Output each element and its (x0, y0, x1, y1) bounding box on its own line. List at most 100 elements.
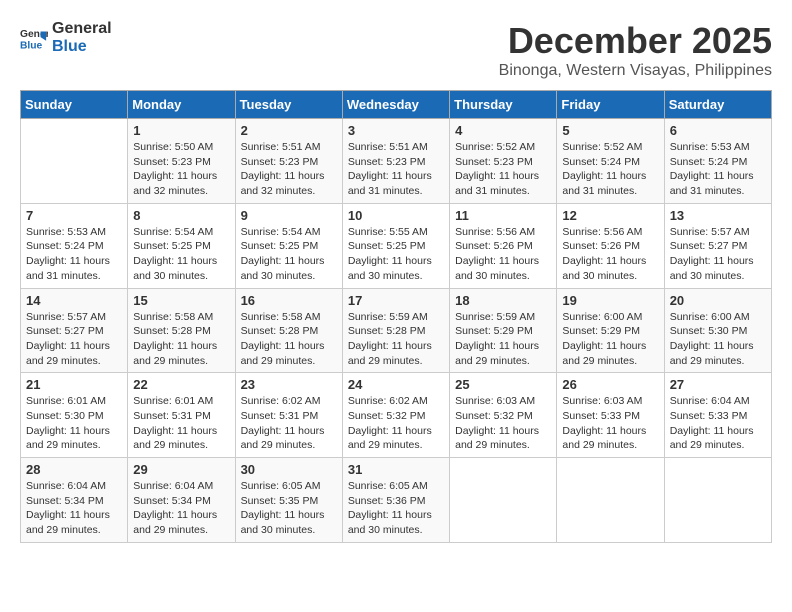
cell-content: Sunrise: 6:00 AMSunset: 5:29 PMDaylight:… (562, 310, 658, 369)
calendar-cell: 11 Sunrise: 5:56 AMSunset: 5:26 PMDayligh… (450, 203, 557, 288)
day-number: 4 (455, 123, 551, 138)
location-subtitle: Binonga, Western Visayas, Philippines (499, 62, 772, 80)
calendar-cell: 18 Sunrise: 5:59 AMSunset: 5:29 PMDayligh… (450, 288, 557, 373)
day-number: 20 (670, 293, 766, 308)
calendar-cell (21, 119, 128, 204)
day-number: 26 (562, 377, 658, 392)
calendar-cell (664, 458, 771, 543)
day-number: 8 (133, 208, 229, 223)
cell-content: Sunrise: 5:58 AMSunset: 5:28 PMDaylight:… (133, 310, 229, 369)
cell-content: Sunrise: 5:51 AMSunset: 5:23 PMDaylight:… (241, 140, 337, 199)
page-header: General Blue General Blue December 2025 … (20, 20, 772, 80)
cell-content: Sunrise: 5:56 AMSunset: 5:26 PMDaylight:… (455, 225, 551, 284)
week-row-1: 1 Sunrise: 5:50 AMSunset: 5:23 PMDaylight… (21, 119, 772, 204)
cell-content: Sunrise: 6:05 AMSunset: 5:35 PMDaylight:… (241, 479, 337, 538)
calendar-cell (557, 458, 664, 543)
weekday-header-row: SundayMondayTuesdayWednesdayThursdayFrid… (21, 91, 772, 119)
day-number: 28 (26, 462, 122, 477)
day-number: 19 (562, 293, 658, 308)
cell-content: Sunrise: 6:05 AMSunset: 5:36 PMDaylight:… (348, 479, 444, 538)
day-number: 31 (348, 462, 444, 477)
title-area: December 2025 Binonga, Western Visayas, … (499, 20, 772, 80)
calendar-cell: 17 Sunrise: 5:59 AMSunset: 5:28 PMDayligh… (342, 288, 449, 373)
cell-content: Sunrise: 5:54 AMSunset: 5:25 PMDaylight:… (241, 225, 337, 284)
cell-content: Sunrise: 5:57 AMSunset: 5:27 PMDaylight:… (670, 225, 766, 284)
cell-content: Sunrise: 5:58 AMSunset: 5:28 PMDaylight:… (241, 310, 337, 369)
cell-content: Sunrise: 5:56 AMSunset: 5:26 PMDaylight:… (562, 225, 658, 284)
cell-content: Sunrise: 6:02 AMSunset: 5:31 PMDaylight:… (241, 394, 337, 453)
calendar-cell: 2Sunrise: 5:51 AMSunset: 5:23 PMDaylight… (235, 119, 342, 204)
cell-content: Sunrise: 5:52 AMSunset: 5:24 PMDaylight:… (562, 140, 658, 199)
calendar-cell: 3 Sunrise: 5:51 AMSunset: 5:23 PMDaylight… (342, 119, 449, 204)
cell-content: Sunrise: 6:01 AMSunset: 5:31 PMDaylight:… (133, 394, 229, 453)
weekday-header-friday: Friday (557, 91, 664, 119)
calendar-cell: 27 Sunrise: 6:04 AMSunset: 5:33 PMDayligh… (664, 373, 771, 458)
svg-text:Blue: Blue (20, 40, 43, 51)
day-number: 7 (26, 208, 122, 223)
month-title: December 2025 (499, 20, 772, 62)
logo-text-line1: General (52, 20, 112, 38)
cell-content: Sunrise: 5:53 AMSunset: 5:24 PMDaylight:… (26, 225, 122, 284)
day-number: 6 (670, 123, 766, 138)
cell-content: Sunrise: 5:57 AMSunset: 5:27 PMDaylight:… (26, 310, 122, 369)
weekday-header-monday: Monday (128, 91, 235, 119)
week-row-4: 21 Sunrise: 6:01 AMSunset: 5:30 PMDayligh… (21, 373, 772, 458)
cell-content: Sunrise: 5:59 AMSunset: 5:29 PMDaylight:… (455, 310, 551, 369)
calendar-cell: 25Sunrise: 6:03 AMSunset: 5:32 PMDayligh… (450, 373, 557, 458)
day-number: 5 (562, 123, 658, 138)
day-number: 15 (133, 293, 229, 308)
calendar-cell: 12 Sunrise: 5:56 AMSunset: 5:26 PMDayligh… (557, 203, 664, 288)
weekday-header-saturday: Saturday (664, 91, 771, 119)
cell-content: Sunrise: 5:59 AMSunset: 5:28 PMDaylight:… (348, 310, 444, 369)
cell-content: Sunrise: 6:02 AMSunset: 5:32 PMDaylight:… (348, 394, 444, 453)
weekday-header-wednesday: Wednesday (342, 91, 449, 119)
calendar-cell: 13Sunrise: 5:57 AMSunset: 5:27 PMDayligh… (664, 203, 771, 288)
cell-content: Sunrise: 5:51 AMSunset: 5:23 PMDaylight:… (348, 140, 444, 199)
calendar-cell: 23 Sunrise: 6:02 AMSunset: 5:31 PMDayligh… (235, 373, 342, 458)
day-number: 21 (26, 377, 122, 392)
calendar-cell: 16 Sunrise: 5:58 AMSunset: 5:28 PMDayligh… (235, 288, 342, 373)
day-number: 30 (241, 462, 337, 477)
calendar-cell: 14 Sunrise: 5:57 AMSunset: 5:27 PMDayligh… (21, 288, 128, 373)
day-number: 9 (241, 208, 337, 223)
calendar-cell: 28 Sunrise: 6:04 AMSunset: 5:34 PMDayligh… (21, 458, 128, 543)
logo: General Blue General Blue (20, 20, 112, 55)
cell-content: Sunrise: 5:52 AMSunset: 5:23 PMDaylight:… (455, 140, 551, 199)
day-number: 17 (348, 293, 444, 308)
logo-icon: General Blue (20, 24, 48, 52)
calendar-cell: 22 Sunrise: 6:01 AMSunset: 5:31 PMDayligh… (128, 373, 235, 458)
cell-content: Sunrise: 6:04 AMSunset: 5:34 PMDaylight:… (133, 479, 229, 538)
cell-content: Sunrise: 5:50 AMSunset: 5:23 PMDaylight:… (133, 140, 229, 199)
calendar-cell: 15 Sunrise: 5:58 AMSunset: 5:28 PMDayligh… (128, 288, 235, 373)
day-number: 3 (348, 123, 444, 138)
cell-content: Sunrise: 6:04 AMSunset: 5:34 PMDaylight:… (26, 479, 122, 538)
calendar-table: SundayMondayTuesdayWednesdayThursdayFrid… (20, 90, 772, 543)
calendar-cell: 9 Sunrise: 5:54 AMSunset: 5:25 PMDaylight… (235, 203, 342, 288)
weekday-header-tuesday: Tuesday (235, 91, 342, 119)
day-number: 11 (455, 208, 551, 223)
day-number: 16 (241, 293, 337, 308)
weekday-header-sunday: Sunday (21, 91, 128, 119)
calendar-cell: 5 Sunrise: 5:52 AMSunset: 5:24 PMDaylight… (557, 119, 664, 204)
day-number: 1 (133, 123, 229, 138)
logo-text-line2: Blue (52, 38, 112, 56)
calendar-cell (450, 458, 557, 543)
calendar-cell: 19 Sunrise: 6:00 AMSunset: 5:29 PMDayligh… (557, 288, 664, 373)
day-number: 23 (241, 377, 337, 392)
calendar-cell: 6Sunrise: 5:53 AMSunset: 5:24 PMDaylight… (664, 119, 771, 204)
calendar-cell: 1 Sunrise: 5:50 AMSunset: 5:23 PMDaylight… (128, 119, 235, 204)
calendar-cell: 29Sunrise: 6:04 AMSunset: 5:34 PMDayligh… (128, 458, 235, 543)
day-number: 27 (670, 377, 766, 392)
cell-content: Sunrise: 6:03 AMSunset: 5:33 PMDaylight:… (562, 394, 658, 453)
day-number: 25 (455, 377, 551, 392)
day-number: 18 (455, 293, 551, 308)
cell-content: Sunrise: 6:01 AMSunset: 5:30 PMDaylight:… (26, 394, 122, 453)
cell-content: Sunrise: 5:54 AMSunset: 5:25 PMDaylight:… (133, 225, 229, 284)
calendar-cell: 26 Sunrise: 6:03 AMSunset: 5:33 PMDayligh… (557, 373, 664, 458)
day-number: 22 (133, 377, 229, 392)
cell-content: Sunrise: 6:04 AMSunset: 5:33 PMDaylight:… (670, 394, 766, 453)
day-number: 24 (348, 377, 444, 392)
calendar-cell: 10Sunrise: 5:55 AMSunset: 5:25 PMDayligh… (342, 203, 449, 288)
day-number: 14 (26, 293, 122, 308)
day-number: 12 (562, 208, 658, 223)
